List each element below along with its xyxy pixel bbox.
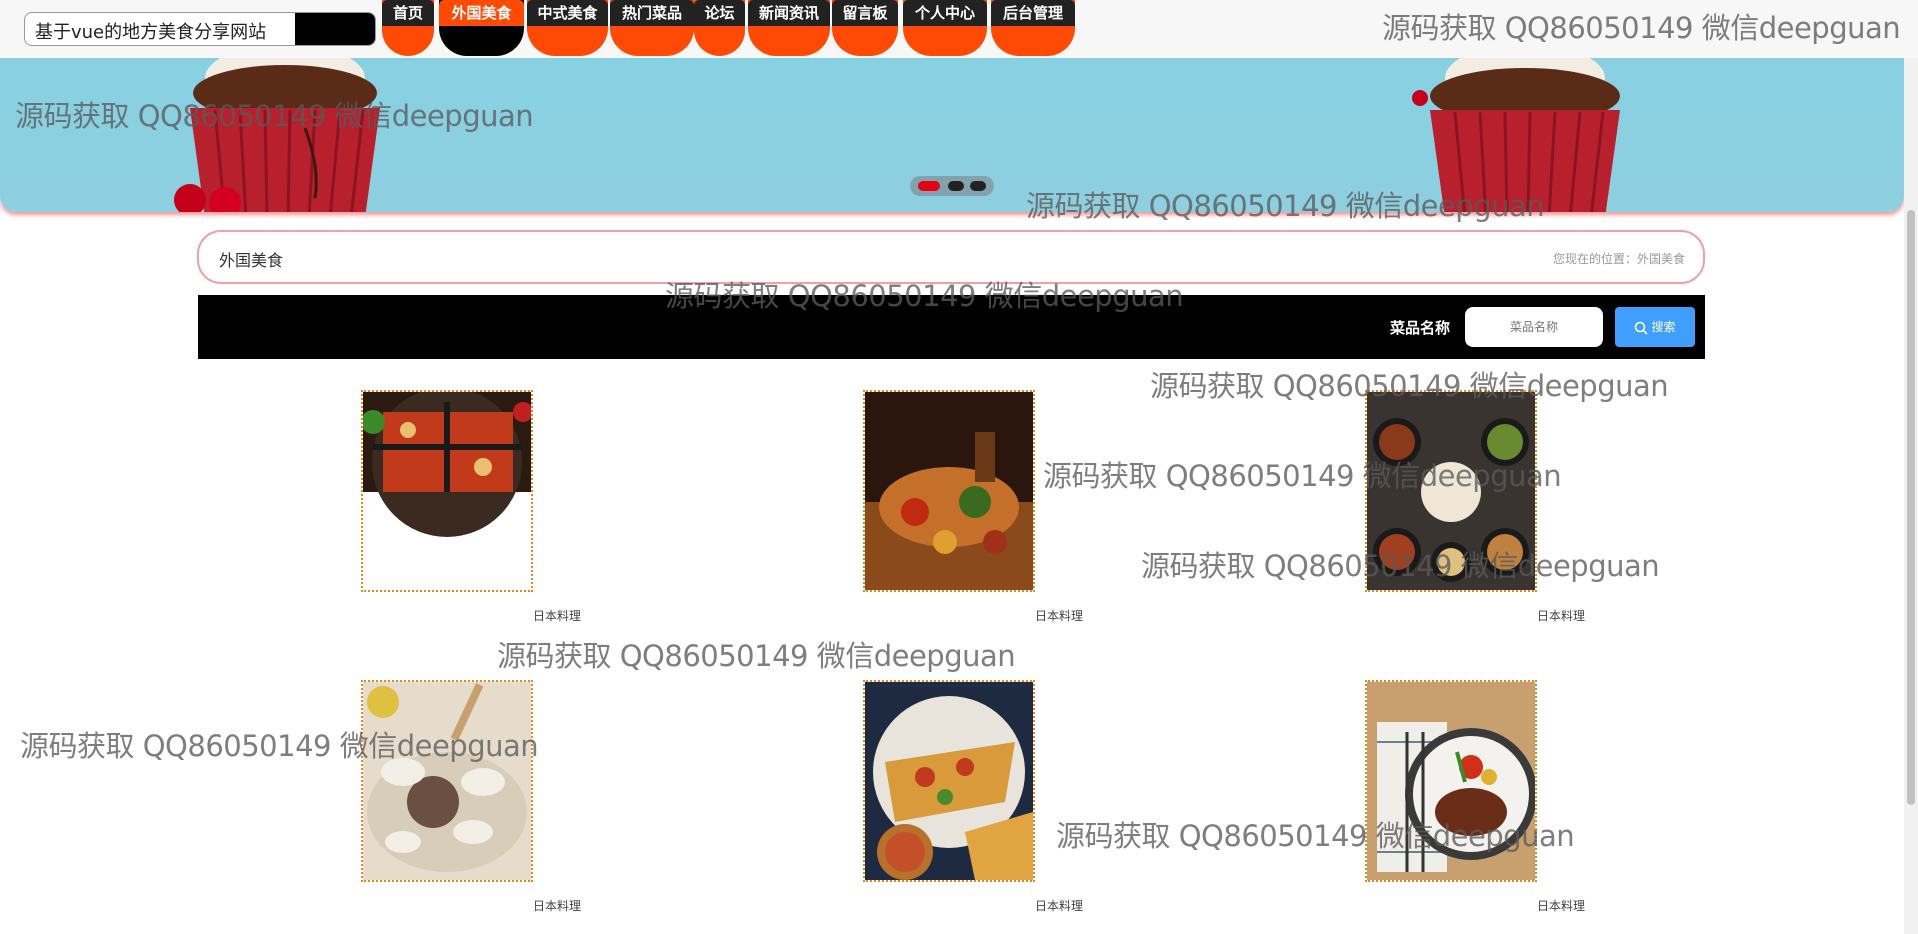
nav-item-personal-center[interactable]: 个人中心 xyxy=(903,0,987,56)
nav-label: 个人中心 xyxy=(903,0,987,26)
nav-label: 留言板 xyxy=(832,0,898,26)
nav-label: 论坛 xyxy=(694,0,745,26)
dish-name-search-input[interactable] xyxy=(1465,307,1603,347)
site-title-box: 基于vue的地方美食分享网站 xyxy=(24,12,376,46)
nav-label: 新闻资讯 xyxy=(748,0,830,26)
food-card[interactable]: 日本料理 xyxy=(361,390,601,630)
food-image xyxy=(361,680,533,882)
food-image xyxy=(863,680,1035,882)
nav-item-message-board[interactable]: 留言板 xyxy=(832,0,898,56)
nav-item-home[interactable]: 首页 xyxy=(382,0,434,56)
food-name: 日本料理 xyxy=(533,899,582,913)
food-image xyxy=(863,390,1035,592)
food-name: 日本料理 xyxy=(533,609,582,623)
carousel-indicators xyxy=(910,176,994,196)
food-card[interactable]: 日本料理 xyxy=(863,680,1103,920)
cupcake-image-left xyxy=(174,58,380,212)
watermark: 源码获取 QQ86050149 微信deepguan xyxy=(20,729,539,763)
carousel-dot-1[interactable] xyxy=(918,181,940,191)
carousel-dot-2[interactable] xyxy=(948,181,964,191)
nav-label: 热门菜品 xyxy=(610,0,694,26)
food-image xyxy=(361,390,533,592)
food-card[interactable]: 日本料理 xyxy=(361,680,601,920)
food-name: 日本料理 xyxy=(1537,609,1586,623)
nav-label: 后台管理 xyxy=(991,0,1075,26)
nav-item-hot-dishes[interactable]: 热门菜品 xyxy=(610,0,694,56)
nav-item-forum[interactable]: 论坛 xyxy=(694,0,745,56)
food-card[interactable]: 日本料理 xyxy=(863,390,1103,630)
food-name: 日本料理 xyxy=(1035,609,1084,623)
nav-label: 首页 xyxy=(382,0,434,26)
search-button[interactable]: 搜索 xyxy=(1615,307,1695,347)
nav-label: 外国美食 xyxy=(439,0,524,26)
watermark: 源码获取 QQ86050149 微信deepguan xyxy=(497,639,1016,673)
food-card[interactable]: 日本料理 xyxy=(1365,680,1605,920)
scrollbar-thumb[interactable] xyxy=(1907,210,1915,805)
food-name: 日本料理 xyxy=(1537,899,1586,913)
nav-item-news[interactable]: 新闻资讯 xyxy=(748,0,830,56)
food-card[interactable]: 日本料理 xyxy=(1365,390,1605,630)
page-title: 外国美食 xyxy=(219,251,284,270)
watermark: 源码获取 QQ86050149 微信deepguan xyxy=(1382,11,1901,45)
search-icon xyxy=(1635,321,1649,335)
banner-carousel[interactable] xyxy=(0,58,1904,212)
watermark: 源码获取 QQ86050149 微信deepguan xyxy=(665,279,1184,313)
search-label: 菜品名称 xyxy=(1390,319,1451,337)
search-button-label: 搜索 xyxy=(1651,320,1676,334)
breadcrumb-position: 您现在的位置：外国美食 xyxy=(1552,252,1685,266)
nav-item-foreign-food[interactable]: 外国美食 xyxy=(439,0,524,56)
food-name: 日本料理 xyxy=(1035,899,1084,913)
vertical-scrollbar[interactable] xyxy=(1904,0,1918,934)
watermark: 源码获取 QQ86050149 微信deepguan xyxy=(1141,549,1660,583)
nav-label: 中式美食 xyxy=(527,0,608,26)
watermark: 源码获取 QQ86050149 微信deepguan xyxy=(1056,819,1575,853)
carousel-dot-3[interactable] xyxy=(970,181,986,191)
watermark: 源码获取 QQ86050149 微信deepguan xyxy=(15,99,534,133)
site-title: 基于vue的地方美食分享网站 xyxy=(35,22,267,43)
watermark: 源码获取 QQ86050149 微信deepguan xyxy=(1150,369,1669,403)
nav-item-admin[interactable]: 后台管理 xyxy=(991,0,1075,56)
watermark: 源码获取 QQ86050149 微信deepguan xyxy=(1043,459,1562,493)
nav-item-chinese-food[interactable]: 中式美食 xyxy=(527,0,608,56)
site-title-decoration xyxy=(295,13,375,45)
watermark: 源码获取 QQ86050149 微信deepguan xyxy=(1026,189,1545,223)
